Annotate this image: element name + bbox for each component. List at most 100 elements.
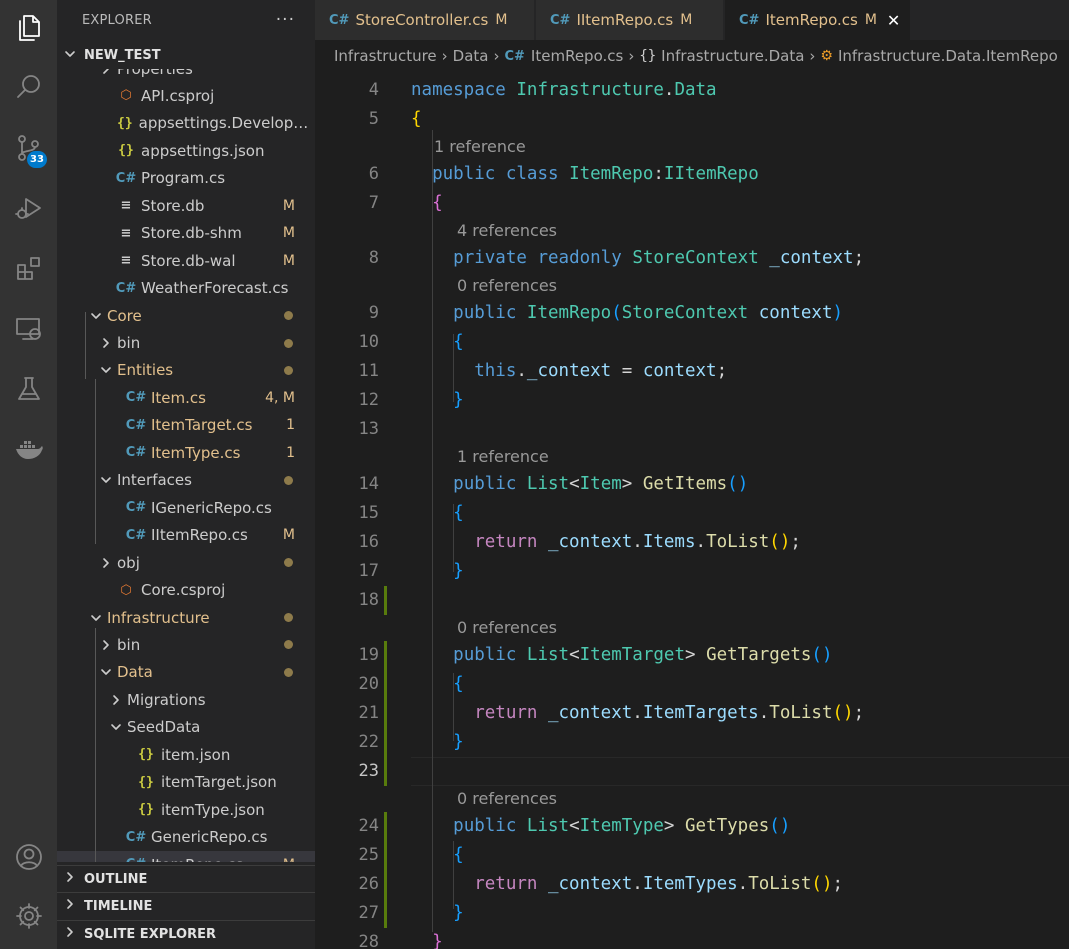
manage-gear-icon[interactable]: [0, 892, 57, 940]
code-text[interactable]: }: [411, 899, 464, 928]
code-text[interactable]: }: [411, 728, 464, 757]
git-added-gutter-marker: [384, 670, 387, 699]
line-number: 20: [358, 674, 379, 694]
extensions-icon[interactable]: [0, 245, 57, 293]
tree-item-label: ItemType.cs: [151, 443, 241, 462]
code-text[interactable]: public List<Item> GetItems(): [411, 470, 748, 499]
docker-icon[interactable]: [0, 425, 57, 473]
tree-item-label: Store.db-wal: [141, 251, 236, 270]
line-number: 8: [368, 248, 379, 268]
tree-item-label: Store.db: [141, 196, 205, 215]
code-text[interactable]: public ItemRepo(StoreContext context): [411, 299, 843, 328]
codelens-references[interactable]: 0 references: [457, 273, 557, 299]
codelens-references[interactable]: 0 references: [457, 615, 557, 641]
csharp-file-icon: C#: [125, 829, 147, 845]
codelens-references[interactable]: 1 reference: [457, 444, 549, 470]
breadcrumb-item[interactable]: Infrastructure: [334, 47, 437, 65]
indent-guide: [432, 130, 434, 932]
tree-item-label: obj: [117, 553, 140, 572]
testing-icon[interactable]: [0, 365, 57, 413]
tree-file[interactable]: C# Program.cs: [57, 165, 315, 192]
breadcrumb-separator-icon: ›: [493, 47, 500, 65]
code-line: 9 public ItemRepo(StoreContext context): [315, 299, 1069, 328]
tab-itemrepo[interactable]: C# ItemRepo.cs M ✕: [725, 0, 911, 40]
tree-file[interactable]: ≡ Store.db-shm M: [57, 220, 315, 247]
code-text[interactable]: {: [411, 841, 464, 870]
code-text[interactable]: {: [411, 189, 443, 218]
codelens-references[interactable]: 0 references: [457, 786, 557, 812]
indent-guide: [453, 504, 455, 572]
tree-file[interactable]: ⬡ Core.csproj: [57, 577, 315, 604]
tab-storecontroller[interactable]: C# StoreController.cs M: [315, 0, 535, 40]
workspace-root[interactable]: NEW_TEST: [57, 42, 315, 69]
code-text[interactable]: public List<ItemTarget> GetTargets(): [411, 641, 832, 670]
sqlite-explorer-section[interactable]: SQLITE EXPLORER: [57, 920, 315, 947]
remote-explorer-icon[interactable]: [0, 305, 57, 353]
code-text[interactable]: public class ItemRepo:IItemRepo: [411, 160, 759, 189]
tree-folder[interactable]: Properties: [57, 69, 315, 82]
tab-label: StoreController.cs: [355, 11, 489, 29]
tree-folder[interactable]: Core: [57, 302, 315, 329]
tree-file[interactable]: {} appsettings.Development.json: [57, 110, 315, 137]
csharp-file-icon: C#: [125, 500, 147, 516]
codelens-references[interactable]: 4 references: [457, 218, 557, 244]
timeline-section[interactable]: TIMELINE: [57, 892, 315, 919]
git-added-gutter-marker: [384, 757, 387, 786]
close-icon[interactable]: ✕: [887, 11, 900, 30]
code-editor[interactable]: 4 namespace Infrastructure.Data 5{1 refere…: [315, 72, 1069, 949]
tree-folder[interactable]: Infrastructure: [57, 604, 315, 631]
git-status-badge: M: [282, 527, 295, 544]
code-line: 28 }: [315, 928, 1069, 949]
chevron-right-icon: [109, 686, 123, 713]
more-actions-icon[interactable]: ···: [276, 10, 295, 30]
class-icon: ⚙: [820, 48, 833, 64]
search-icon[interactable]: [0, 63, 57, 111]
code-text[interactable]: }: [411, 557, 464, 586]
chevron-down-icon: [89, 604, 103, 631]
breadcrumb-item[interactable]: Infrastructure.Data.ItemRepo: [838, 47, 1058, 65]
tree-item-label: Store.db-shm: [141, 224, 242, 243]
source-control-icon[interactable]: 33: [0, 124, 57, 172]
tree-file[interactable]: ≡ Store.db M: [57, 192, 315, 219]
code-text[interactable]: this._context = context;: [411, 357, 727, 386]
csharp-file-icon: C#: [504, 48, 525, 64]
code-text[interactable]: {: [411, 670, 464, 699]
tree-folder[interactable]: bin: [57, 330, 315, 357]
code-text[interactable]: {: [411, 499, 464, 528]
breadcrumb-item[interactable]: Data: [453, 47, 489, 65]
tree-indent-guide: [95, 379, 96, 544]
line-number: 14: [358, 474, 379, 494]
outline-section[interactable]: OUTLINE: [57, 865, 315, 892]
code-text[interactable]: public List<ItemType> GetTypes(): [411, 812, 790, 841]
files-icon[interactable]: [0, 4, 57, 52]
tree-file[interactable]: C# WeatherForecast.cs: [57, 275, 315, 302]
git-dot-icon: [284, 640, 293, 650]
breadcrumb-item[interactable]: Infrastructure.Data: [661, 47, 804, 65]
git-status-badge: M: [282, 197, 295, 214]
code-line: 6 public class ItemRepo:IItemRepo: [315, 160, 1069, 189]
code-text[interactable]: return _context.ItemTypes.ToList();: [411, 870, 843, 899]
tree-file[interactable]: {} appsettings.json: [57, 137, 315, 164]
tab-iitemrepo[interactable]: C# IItemRepo.cs M: [536, 0, 724, 40]
code-text[interactable]: {: [411, 105, 422, 134]
code-text[interactable]: }: [411, 928, 443, 949]
line-number: 10: [358, 332, 379, 352]
account-icon[interactable]: [0, 833, 57, 881]
chevron-right-icon: [64, 871, 78, 887]
code-line: 18: [315, 586, 1069, 615]
tree-folder[interactable]: obj: [57, 549, 315, 576]
csharp-file-icon: C#: [739, 12, 760, 28]
tree-file[interactable]: ≡ Store.db-wal M: [57, 247, 315, 274]
code-text[interactable]: {: [411, 328, 464, 357]
code-text[interactable]: return _context.Items.ToList();: [411, 528, 801, 557]
code-text[interactable]: private readonly StoreContext _context;: [411, 244, 864, 273]
code-text[interactable]: namespace Infrastructure.Data: [411, 76, 717, 105]
code-text[interactable]: return _context.ItemTargets.ToList();: [411, 699, 864, 728]
run-debug-icon[interactable]: [0, 184, 57, 232]
codelens-references[interactable]: 1 reference: [434, 134, 526, 160]
tree-item-label: itemTarget.json: [161, 773, 277, 792]
tree-file[interactable]: ⬡ API.csproj: [57, 82, 315, 109]
breadcrumb-item[interactable]: ItemRepo.cs: [531, 47, 623, 65]
code-text[interactable]: }: [411, 386, 464, 415]
tree-item-label: bin: [117, 334, 141, 352]
